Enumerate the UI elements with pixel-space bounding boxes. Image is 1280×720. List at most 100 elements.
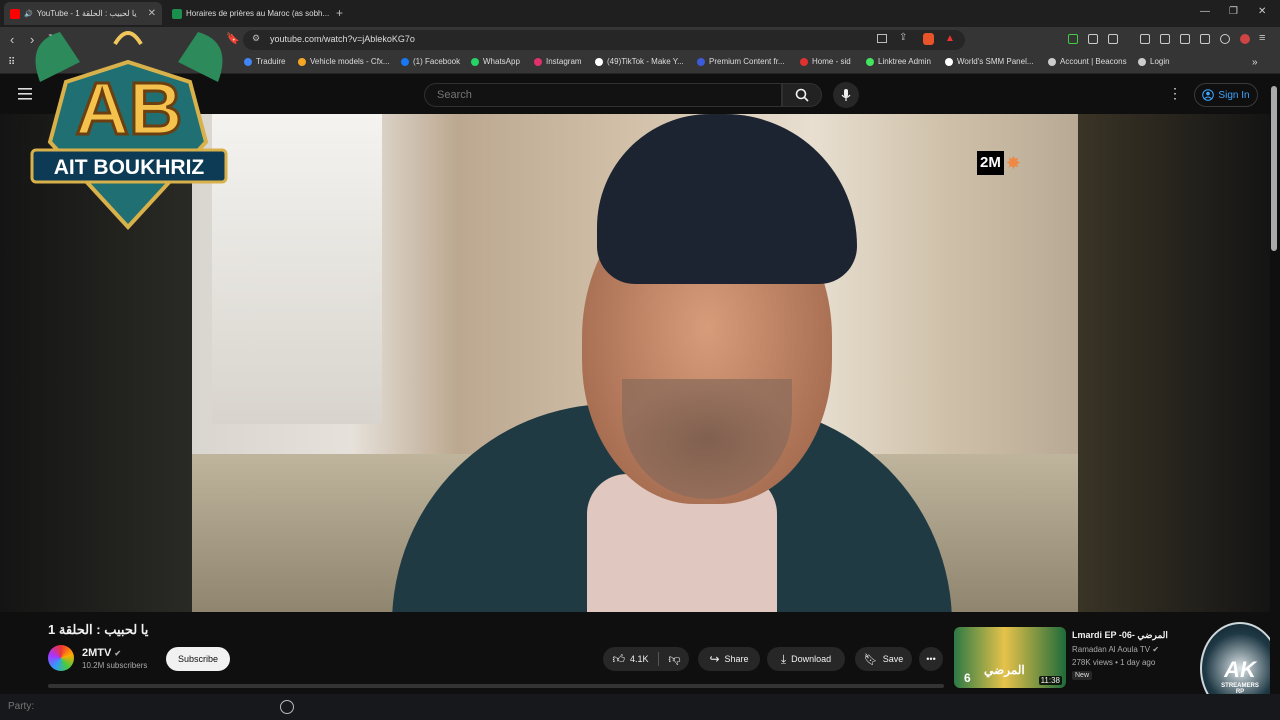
- site-info-icon[interactable]: ⚙: [252, 33, 260, 44]
- bookmark-item[interactable]: Linktree Admin: [866, 57, 931, 66]
- whatsapp-icon: [471, 57, 479, 66]
- audio-icon[interactable]: 🔊: [24, 10, 33, 18]
- voice-search-button[interactable]: [833, 82, 859, 108]
- ambient-right: [1078, 114, 1270, 612]
- download-icon: ⤓: [780, 651, 787, 666]
- cast-icon[interactable]: [877, 34, 887, 43]
- search-icon: [795, 88, 809, 102]
- leo-ai-icon[interactable]: [1200, 34, 1210, 44]
- media-icon[interactable]: [1140, 34, 1150, 44]
- bookmark-item[interactable]: Traduire: [244, 57, 286, 66]
- channel-name[interactable]: 2MTV ✔: [82, 647, 121, 659]
- new-badge: New: [1072, 671, 1093, 680]
- account-icon: [1202, 89, 1215, 101]
- menu-icon[interactable]: ≡: [1259, 32, 1265, 44]
- vpn-icon[interactable]: [1220, 34, 1230, 44]
- like-divider: [658, 652, 659, 666]
- subscribe-button[interactable]: Subscribe: [166, 647, 230, 671]
- bookmark-item[interactable]: Instagram: [534, 57, 582, 66]
- subscriber-count: 10.2M subscribers: [82, 661, 148, 670]
- linktree-icon: [866, 57, 874, 66]
- svg-text:AIT BOUKHRIZ: AIT BOUKHRIZ: [54, 156, 205, 179]
- like-button[interactable]: 👍︎ 4.1K: [603, 647, 658, 671]
- search-button[interactable]: [782, 83, 822, 107]
- recommended-video-thumbnail[interactable]: المرضي 6 11:38: [954, 627, 1066, 688]
- brave-shield-icon[interactable]: [923, 33, 934, 45]
- minimize-icon[interactable]: —: [1200, 6, 1210, 17]
- save-button[interactable]: 🔖︎ Save: [855, 647, 912, 671]
- thumbs-down-icon: 👎︎: [668, 651, 681, 666]
- 2m-star-icon: ✸: [1005, 152, 1021, 173]
- beacons-icon: [1048, 57, 1056, 66]
- prayer-site-favicon-icon: [172, 8, 182, 19]
- back-icon[interactable]: ‹: [10, 32, 14, 47]
- bookmark-item[interactable]: Home - sid: [800, 57, 851, 66]
- search-box[interactable]: [424, 83, 782, 107]
- save-playlist-icon: 🔖︎: [863, 653, 878, 666]
- instagram-icon: [534, 57, 542, 66]
- video-duration: 11:38: [1038, 676, 1062, 685]
- home-sid-icon: [800, 57, 808, 66]
- thumbs-up-icon: 👍︎: [612, 651, 626, 666]
- cfx-icon: [298, 57, 306, 66]
- verified-check-icon: ✔: [114, 649, 122, 658]
- search-input[interactable]: [435, 88, 769, 102]
- ait-boukhriz-logo: AB AIT BOUKHRIZ: [20, 22, 238, 232]
- bookmark-item[interactable]: Login: [1138, 57, 1170, 66]
- share-page-icon[interactable]: ⇪: [899, 32, 907, 43]
- more-bookmarks-icon[interactable]: »: [1252, 57, 1258, 68]
- party-sync-icon[interactable]: [280, 700, 294, 714]
- sidebar-icon[interactable]: [1160, 34, 1170, 44]
- like-count: 4.1K: [630, 654, 649, 664]
- bookmark-item[interactable]: World's SMM Panel...: [945, 57, 1034, 66]
- tab-title: Horaires de prières au Maroc (as sobh...: [186, 9, 330, 18]
- wallet-icon[interactable]: [1180, 34, 1190, 44]
- tiktok-icon: [595, 57, 603, 66]
- profile-icon[interactable]: [1240, 34, 1250, 44]
- video-player[interactable]: 2M ✸: [192, 114, 1078, 612]
- party-bar: [0, 694, 1280, 720]
- more-actions-button[interactable]: •••: [919, 647, 943, 671]
- verified-check-icon: ✔: [1152, 645, 1160, 654]
- share-icon: ↪: [709, 652, 720, 666]
- extensions-puzzle-icon[interactable]: [1088, 34, 1098, 44]
- url-text: youtube.com/watch?v=jAblekoKG7o: [270, 34, 415, 44]
- extension-icon[interactable]: [1068, 34, 1078, 44]
- restore-icon[interactable]: ❐: [1229, 6, 1238, 17]
- login-icon: [1138, 57, 1146, 66]
- bookmark-item[interactable]: (1) Facebook: [401, 57, 460, 66]
- sign-in-button[interactable]: Sign In: [1194, 83, 1258, 107]
- brave-rewards-icon[interactable]: ▲: [945, 33, 955, 44]
- bookmark-item[interactable]: Account | Beacons: [1048, 57, 1127, 66]
- bookmark-item[interactable]: (49)TikTok - Make Y...: [595, 57, 684, 66]
- new-tab-icon[interactable]: +: [336, 6, 343, 20]
- recommended-video-title[interactable]: Lmardi EP -06- المرضي: [1072, 630, 1192, 641]
- bookmark-item[interactable]: Vehicle models - Cfx...: [298, 57, 390, 66]
- share-button[interactable]: ↪ Share: [698, 647, 760, 671]
- svg-text:AB: AB: [76, 67, 183, 150]
- more-horizontal-icon: •••: [926, 654, 936, 664]
- address-bar[interactable]: ⚙ youtube.com/watch?v=jAblekoKG7o ⇪ ▲: [243, 30, 965, 50]
- tab-title: YouTube - يا لحبيب : الحلقة 1: [36, 9, 137, 18]
- apps-grid-icon[interactable]: ⠿: [8, 57, 15, 68]
- screenshot-icon[interactable]: [1108, 34, 1118, 44]
- description-box-edge: [48, 684, 944, 688]
- premium-content-icon: [697, 57, 705, 66]
- download-button[interactable]: ⤓ Download: [767, 647, 845, 671]
- bookmark-item[interactable]: Premium Content fr...: [697, 57, 785, 66]
- facebook-icon: [401, 57, 409, 66]
- channel-avatar[interactable]: [48, 645, 74, 671]
- sign-in-label: Sign In: [1218, 89, 1250, 101]
- microphone-icon: [841, 89, 851, 101]
- bookmark-item[interactable]: WhatsApp: [471, 57, 520, 66]
- dislike-button[interactable]: 👎︎: [660, 647, 689, 671]
- smm-panel-icon: [945, 57, 953, 66]
- close-tab-icon[interactable]: ✕: [148, 8, 156, 19]
- party-input[interactable]: [6, 700, 290, 713]
- 2m-watermark-logo: 2M ✸: [977, 151, 1029, 175]
- close-window-icon[interactable]: ✕: [1258, 6, 1266, 17]
- settings-more-icon[interactable]: ⋮: [1168, 85, 1182, 102]
- page-scrollbar-thumb[interactable]: [1271, 86, 1277, 251]
- recommended-channel-name[interactable]: Ramadan Al Aoula TV ✔: [1072, 645, 1159, 654]
- video-frame-beanie: [597, 114, 857, 284]
